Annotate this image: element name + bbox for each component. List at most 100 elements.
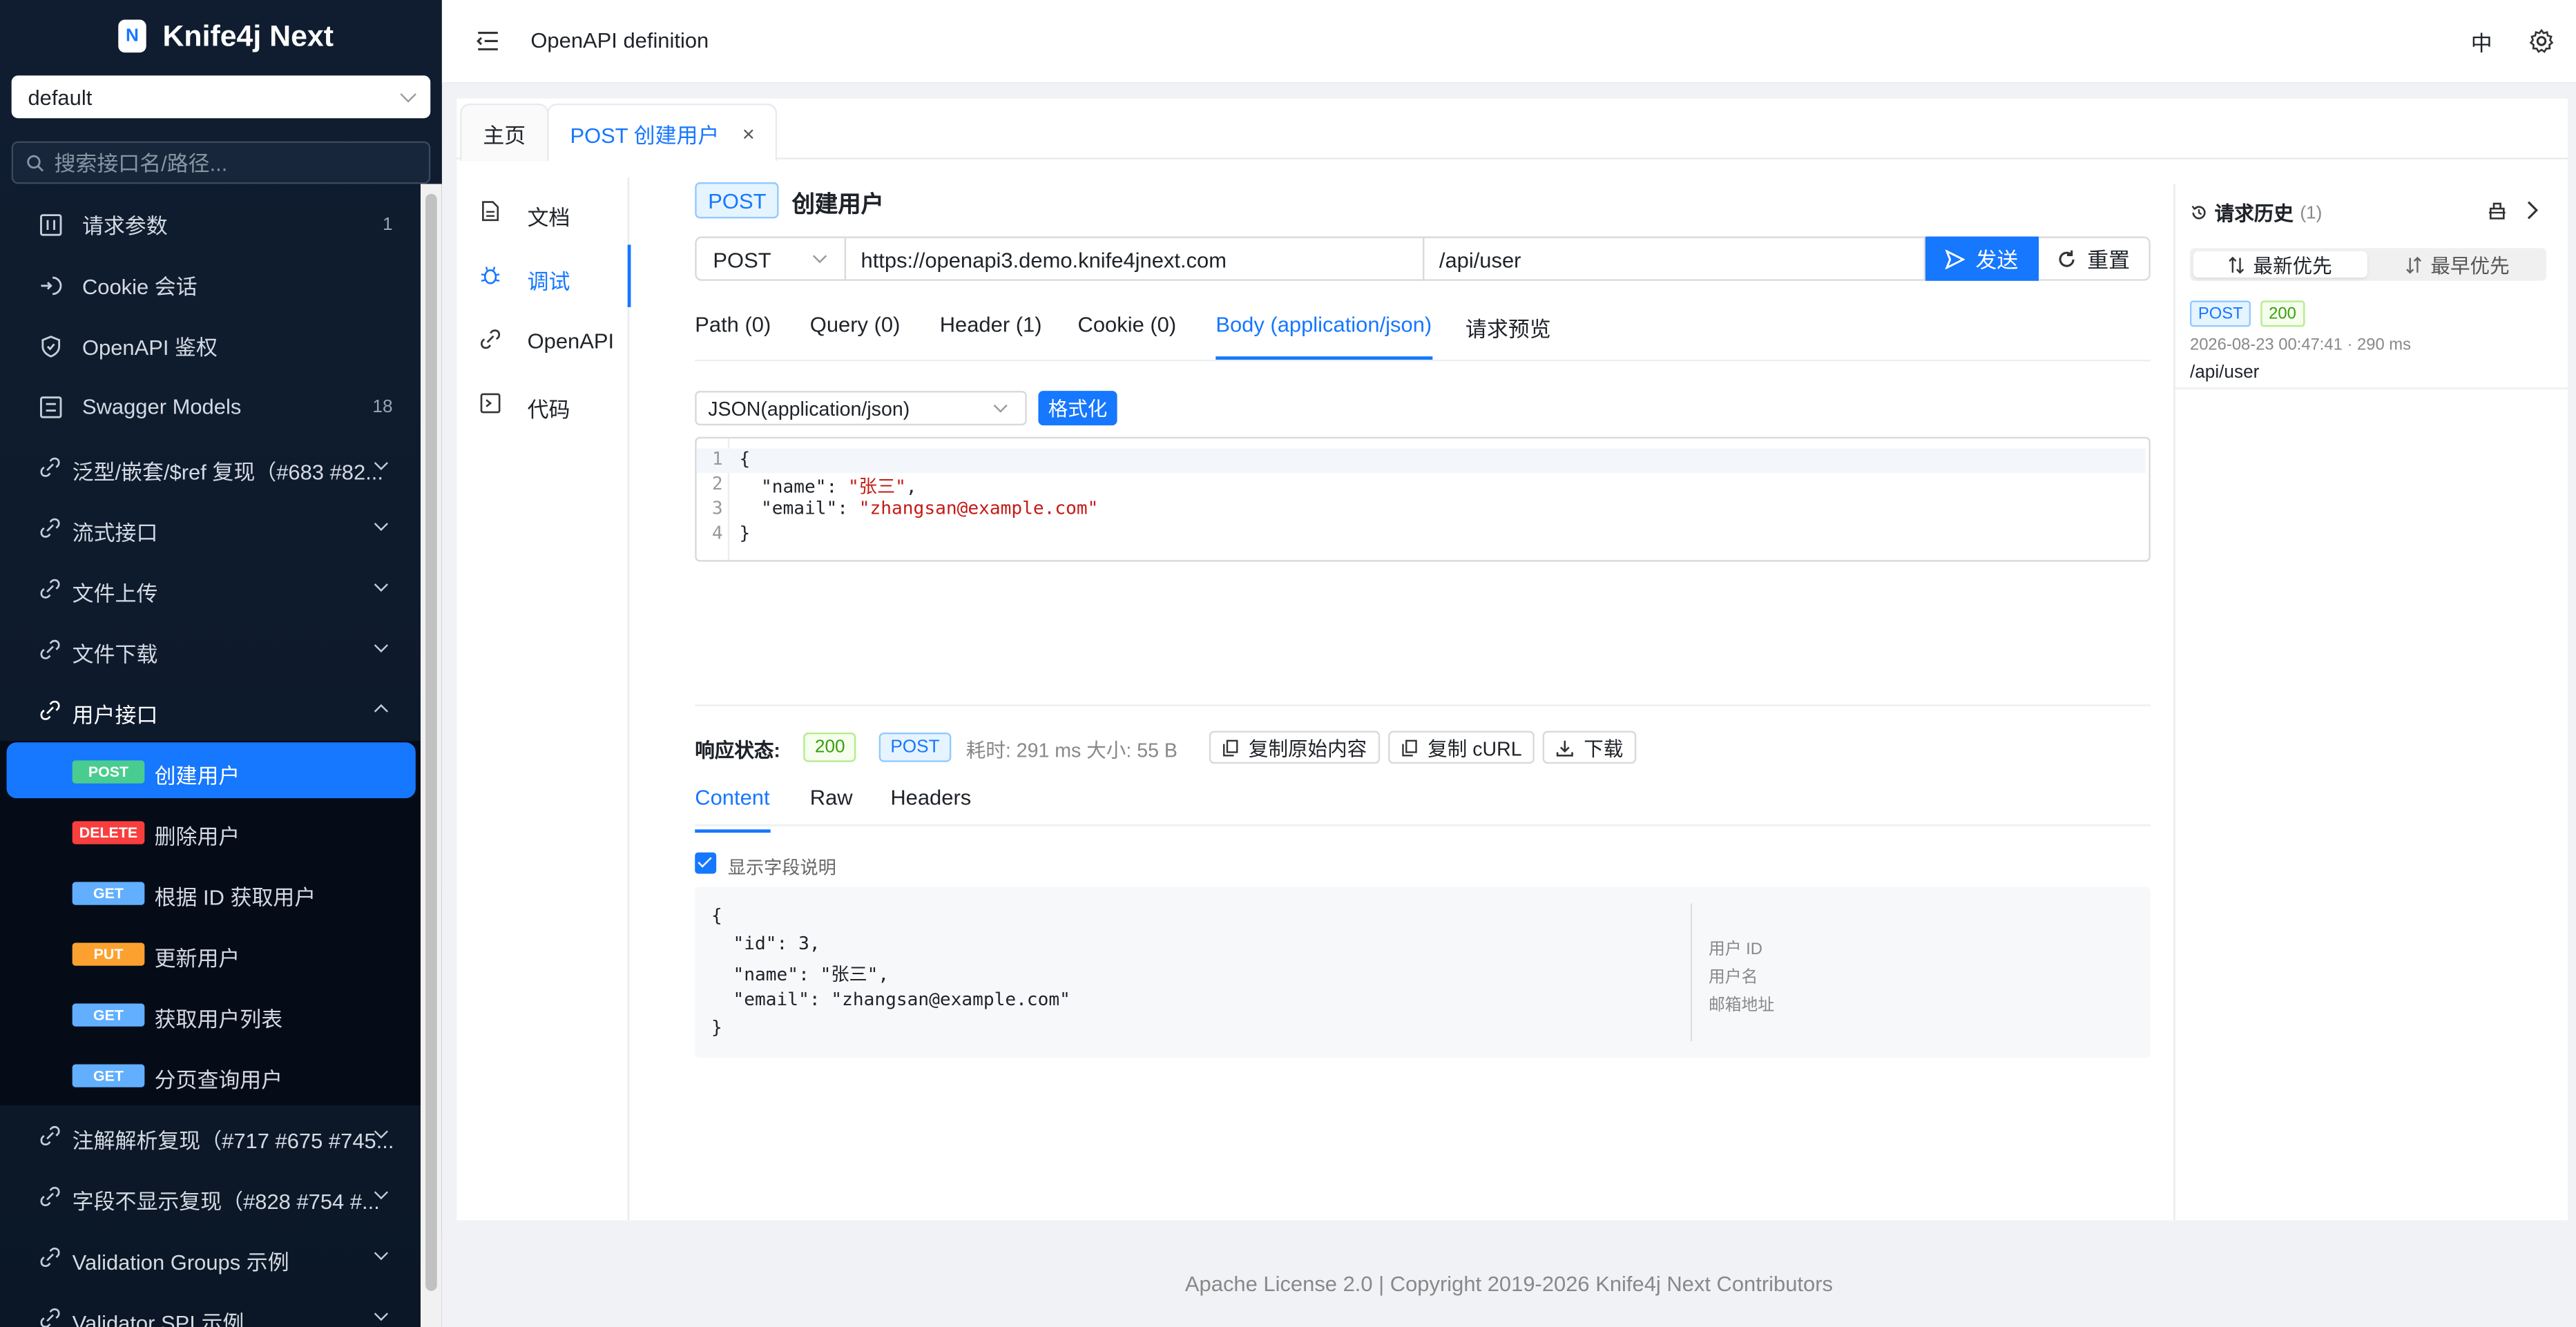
- field-description: 邮箱地址: [1708, 996, 1775, 1016]
- format-button[interactable]: 格式化: [1038, 391, 1117, 426]
- language-toggle[interactable]: 中: [2471, 26, 2492, 57]
- download-button[interactable]: 下载: [1542, 730, 1637, 764]
- chevron-right-icon[interactable]: [2524, 200, 2540, 220]
- json-punct: ,: [905, 476, 917, 498]
- gear-icon[interactable]: [2528, 28, 2555, 54]
- response-line: "name": "张三",: [711, 964, 890, 986]
- tab-body[interactable]: Body (application/json): [1215, 312, 1432, 360]
- send-icon: [1945, 249, 1966, 269]
- body-editor[interactable]: 1 { 2 "name": "张三", 3 "email": "zhangsan…: [695, 436, 2151, 562]
- sidebar-item-swagger-models[interactable]: Swagger Models 18: [0, 376, 421, 437]
- sidebar-item-label: OpenAPI 鉴权: [81, 335, 218, 360]
- sidebar-group[interactable]: 文件下载: [0, 619, 421, 680]
- download-label: 下载: [1584, 736, 1624, 760]
- reset-button[interactable]: 重置: [2039, 236, 2151, 281]
- nav-openapi[interactable]: OpenAPI: [456, 309, 629, 371]
- tab-content[interactable]: Content: [695, 785, 770, 833]
- send-label: 发送: [1975, 248, 2019, 273]
- clear-history-icon[interactable]: [2488, 200, 2508, 220]
- endpoint-item[interactable]: PUT 更新用户: [0, 923, 421, 984]
- tab-cookie[interactable]: Cookie (0): [1078, 312, 1177, 337]
- tab-current-api[interactable]: POST 创建用户 ×: [547, 103, 778, 162]
- json-key: "name":: [739, 476, 849, 498]
- json-string: "张三": [848, 476, 906, 498]
- endpoint-item[interactable]: GET 根据 ID 获取用户: [0, 862, 421, 923]
- menu-fold-icon[interactable]: [477, 30, 499, 52]
- app-logo[interactable]: N Knife4j Next: [118, 17, 334, 56]
- endpoint-label: 根据 ID 获取用户: [154, 885, 316, 910]
- endpoint-label: 分页查询用户: [154, 1067, 283, 1092]
- endpoint-item[interactable]: DELETE 删除用户: [0, 802, 421, 862]
- copy-curl-button[interactable]: 复制 cURL: [1388, 730, 1535, 764]
- tab-label: 主页: [483, 122, 526, 147]
- main-panel: 主页 POST 创建用户 × 文档 调试 OpenAPI 代码 POST 创建用…: [456, 98, 2570, 1221]
- nav-code[interactable]: 代码: [456, 373, 629, 435]
- sidebar-group-label: 字段不显示复现（#828 #754 #...: [72, 1189, 380, 1214]
- show-desc-checkbox[interactable]: [695, 852, 717, 874]
- sidebar-search-input[interactable]: [54, 150, 416, 175]
- field-description: 用户名: [1708, 969, 1758, 987]
- response-label: 响应状态:: [695, 739, 780, 762]
- line-number: 4: [711, 522, 723, 544]
- group-select[interactable]: default: [11, 75, 431, 119]
- endpoint-item[interactable]: GET 分页查询用户: [0, 1045, 421, 1105]
- nav-debug[interactable]: 调试: [456, 244, 631, 307]
- sidebar-group[interactable]: Validator SPI 示例: [0, 1288, 421, 1327]
- sidebar-group[interactable]: 字段不显示复现（#828 #754 #...: [0, 1166, 421, 1227]
- api-link-icon: [40, 700, 60, 720]
- tab-path[interactable]: Path (0): [695, 312, 771, 337]
- sliders-icon: [40, 214, 62, 236]
- nav-label: 调试: [527, 269, 570, 294]
- sort-newest-option[interactable]: 最新优先: [2193, 251, 2367, 278]
- sort-oldest-option[interactable]: 最早优先: [2371, 251, 2545, 278]
- tab-request-preview[interactable]: 请求预览: [1465, 312, 1551, 343]
- content-type-select[interactable]: JSON(application/json): [695, 391, 1027, 426]
- sidebar-scrollbar-thumb[interactable]: [425, 193, 437, 1291]
- sidebar-item-request-params[interactable]: 请求参数 1: [0, 194, 421, 255]
- tab-header[interactable]: Header (1): [940, 312, 1042, 337]
- copy-raw-button[interactable]: 复制原始内容: [1209, 730, 1381, 764]
- nav-doc[interactable]: 文档: [456, 181, 629, 243]
- api-link-icon: [40, 1247, 60, 1268]
- line-code: "email": "zhangsan@example.com": [739, 498, 1098, 519]
- editor-line: 1 {: [696, 448, 2146, 474]
- terminal-icon: [480, 393, 501, 414]
- endpoint-item[interactable]: GET 获取用户列表: [0, 984, 421, 1045]
- response-meta: 耗时: 291 ms 大小: 55 B: [965, 739, 1178, 762]
- method-badge: GET: [72, 1064, 145, 1087]
- sidebar-item-cookie[interactable]: Cookie 会话: [0, 255, 421, 316]
- tab-raw[interactable]: Raw: [810, 785, 853, 810]
- endpoint-label: 更新用户: [154, 946, 240, 971]
- response-line: "id": 3,: [711, 933, 820, 955]
- history-actions: [2488, 200, 2540, 220]
- close-icon[interactable]: ×: [742, 121, 755, 146]
- tab-home[interactable]: 主页: [460, 103, 549, 162]
- sidebar-group[interactable]: Validation Groups 示例: [0, 1227, 421, 1288]
- method-select-value: POST: [713, 248, 771, 273]
- sidebar-search[interactable]: [11, 141, 431, 184]
- tab-headers[interactable]: Headers: [890, 785, 971, 810]
- method-badge: DELETE: [72, 821, 145, 844]
- path-input[interactable]: /api/user: [1424, 236, 1925, 281]
- method-select[interactable]: POST: [695, 236, 847, 281]
- sidebar-item-openapi-auth[interactable]: OpenAPI 鉴权: [0, 316, 421, 376]
- tab-query[interactable]: Query (0): [810, 312, 901, 337]
- history-path: /api/user: [2189, 362, 2260, 383]
- chevron-down-icon: [993, 398, 1008, 413]
- sidebar-group[interactable]: 流式接口: [0, 498, 421, 559]
- editor-line: 3 "email": "zhangsan@example.com": [697, 498, 2146, 523]
- sidebar-group[interactable]: 注解解析复现（#717 #675 #745...: [0, 1105, 421, 1166]
- sidebar-group-open[interactable]: 用户接口: [0, 680, 421, 741]
- tab-bar: 主页 POST 创建用户 ×: [456, 99, 2568, 162]
- shield-icon: [41, 336, 61, 358]
- host-input[interactable]: https://openapi3.demo.knife4jnext.com: [846, 236, 1425, 281]
- chevron-down-icon: [374, 638, 388, 652]
- reset-label: 重置: [2087, 248, 2131, 273]
- endpoint-item[interactable]: POST 创建用户: [0, 741, 421, 802]
- json-key: "email":: [739, 497, 859, 519]
- sidebar-group[interactable]: 文件上传: [0, 559, 421, 619]
- sidebar-group[interactable]: 泛型/嵌套/$ref 复现（#683 #82...: [0, 437, 421, 498]
- history-entry[interactable]: POST 200 2026-08-23 00:47:41 · 290 ms /a…: [2175, 294, 2570, 389]
- send-button[interactable]: 发送: [1925, 236, 2039, 281]
- content-type-value: JSON(application/json): [708, 397, 910, 420]
